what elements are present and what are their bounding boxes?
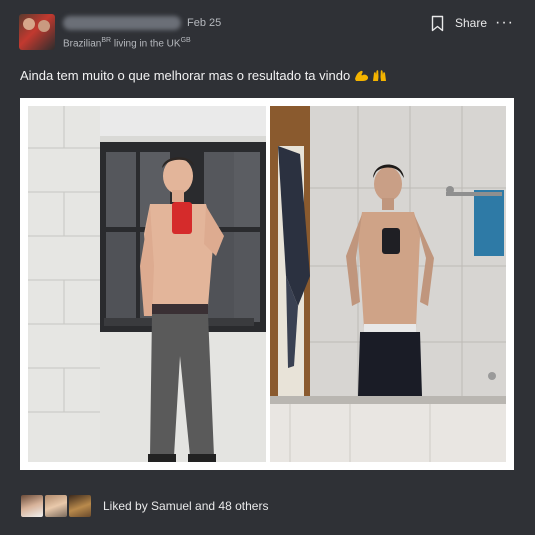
subtitle-location: living in the UK (111, 38, 181, 50)
author-name-redacted[interactable] (63, 16, 181, 30)
flexed-biceps-icon (354, 70, 368, 81)
before-photo (270, 106, 506, 462)
post-text: Ainda tem muito o que melhorar mas o res… (20, 68, 387, 83)
more-options-icon[interactable]: ··· (495, 14, 514, 32)
post-footer: Liked by Samuel and 48 others (0, 486, 535, 526)
post-header: Feb 25 BrazilianBR living in the UKGB Sh… (0, 0, 535, 60)
after-photo (28, 106, 266, 462)
likes-count-text[interactable]: Liked by Samuel and 48 others (103, 499, 268, 513)
raising-hands-icon (373, 70, 387, 81)
post-date: Feb 25 (187, 17, 222, 29)
author-avatar[interactable] (19, 14, 55, 50)
bathroom-mirror-selfie (270, 106, 506, 462)
bookmark-icon[interactable] (431, 15, 444, 32)
liker-avatar[interactable] (44, 494, 68, 518)
uk-flag: GB (180, 37, 191, 44)
share-button[interactable]: Share (455, 16, 487, 30)
subtitle-text: Brazilian (63, 38, 102, 50)
brazil-flag: BR (101, 37, 112, 44)
post-text-content: Ainda tem muito o que melhorar mas o res… (20, 68, 351, 83)
post-image[interactable] (20, 98, 514, 470)
liker-avatar[interactable] (20, 494, 44, 518)
gym-mirror-selfie (28, 106, 266, 462)
liker-avatar[interactable] (68, 494, 92, 518)
author-subtitle: BrazilianBR living in the UKGB (63, 37, 191, 49)
